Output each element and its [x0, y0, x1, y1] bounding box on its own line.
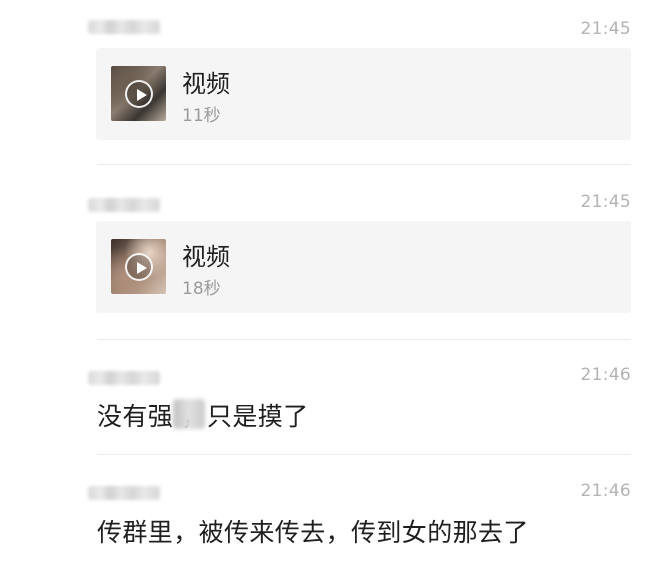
- video-duration: 11秒: [182, 106, 221, 126]
- video-thumbnail[interactable]: [111, 239, 166, 294]
- chat-message-video-2: 21:45 视频 18秒: [0, 165, 655, 340]
- redaction-blur: [173, 399, 205, 429]
- sender-name-redacted: [88, 198, 160, 212]
- play-icon[interactable]: [124, 79, 153, 108]
- video-title: 视频: [182, 243, 230, 271]
- sender-name-redacted: [88, 20, 160, 34]
- message-text: 传群里，被传来传去，传到女的那去了: [97, 518, 529, 547]
- sender-name-redacted: [88, 371, 160, 385]
- video-duration: 18秒: [182, 279, 221, 299]
- video-message-card[interactable]: 视频 11秒: [96, 48, 631, 140]
- video-thumbnail[interactable]: [111, 66, 166, 121]
- message-timestamp: 21:46: [580, 365, 631, 385]
- chat-message-text-1: 21:46 没有强 ，只是摸了: [0, 340, 655, 455]
- play-icon[interactable]: [124, 252, 153, 281]
- message-timestamp: 21:45: [580, 192, 631, 212]
- sender-name-redacted: [88, 486, 160, 500]
- video-title: 视频: [182, 70, 230, 98]
- message-timestamp: 21:46: [580, 481, 631, 501]
- video-message-card[interactable]: 视频 18秒: [96, 221, 631, 313]
- chat-message-text-2: 21:46 传群里，被传来传去，传到女的那去了: [0, 455, 655, 587]
- chat-message-video-1: 21:45 视频 11秒: [0, 0, 655, 165]
- message-timestamp: 21:45: [580, 19, 631, 39]
- chat-history-list: 21:45 视频 11秒 21:45 视频 18秒 21:46 没有强 ，只是摸…: [0, 0, 655, 587]
